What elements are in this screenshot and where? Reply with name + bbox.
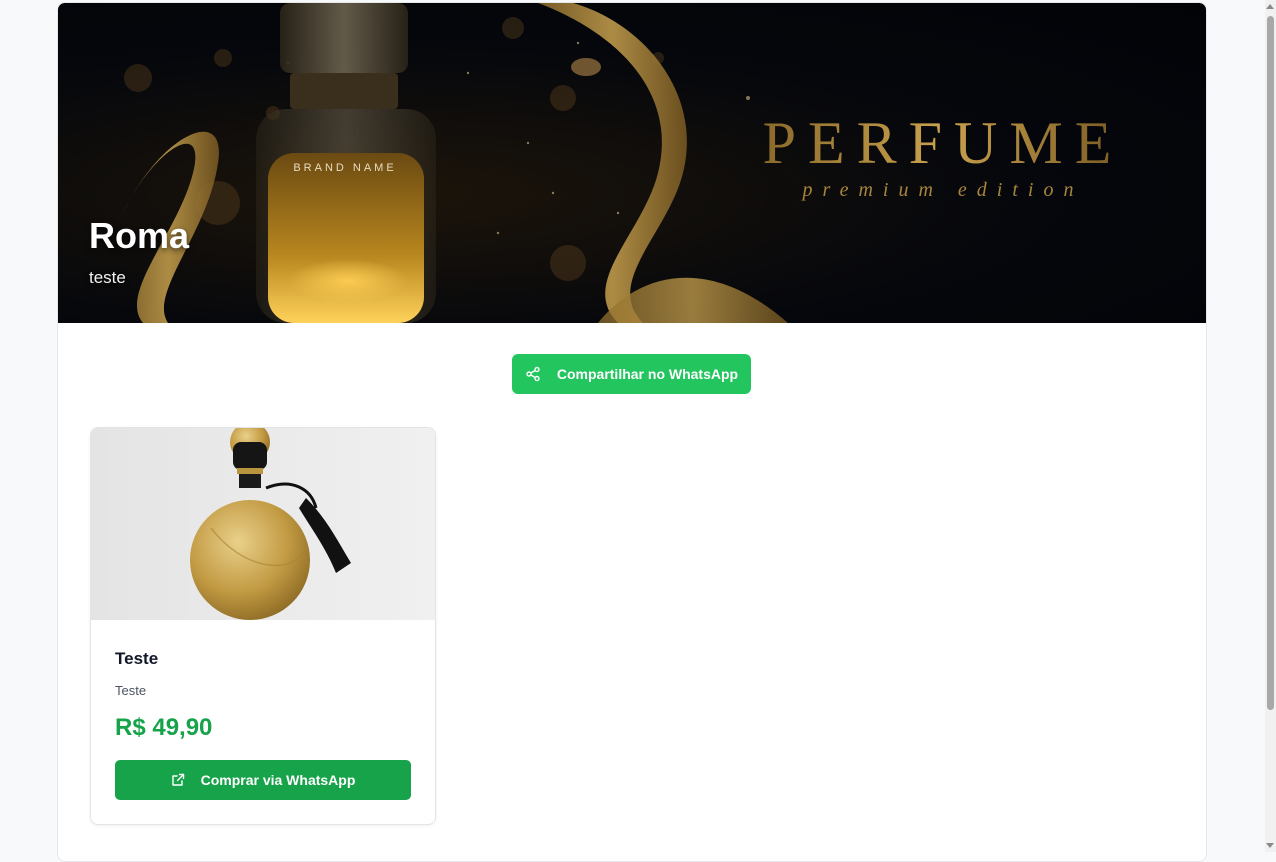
share-icon (526, 366, 540, 382)
store-name: Roma (89, 215, 190, 256)
scrollbar-thumb[interactable] (1267, 16, 1274, 710)
buy-button-label: Comprar via WhatsApp (200, 772, 356, 788)
product-price: R$ 49,90 (115, 714, 213, 741)
share-whatsapp-button[interactable]: Compartilhar no WhatsApp (512, 354, 751, 394)
product-description: Teste (115, 683, 147, 698)
product-name: Teste (115, 649, 159, 668)
product-card: Teste Teste R$ 49,90 Comprar via WhatsAp… (90, 427, 436, 825)
scroll-down-arrow-icon[interactable] (1266, 843, 1274, 848)
product-image (91, 428, 435, 620)
perfume-banner-image: BRAND NAME PERFUME premium edition (118, 3, 1124, 323)
bottle-label-text: BRAND NAME (293, 162, 396, 174)
share-button-label: Compartilhar no WhatsApp (556, 366, 739, 382)
page-scrollbar[interactable] (1265, 0, 1276, 852)
buy-whatsapp-button[interactable]: Comprar via WhatsApp (115, 760, 411, 800)
store-page: BRAND NAME PERFUME premium edition Roma … (57, 2, 1207, 862)
store-description: teste (89, 268, 126, 287)
banner-tagline: premium edition (801, 179, 1084, 201)
external-link-icon (171, 773, 184, 786)
scroll-up-arrow-icon[interactable] (1266, 4, 1274, 9)
banner-headline: PERFUME (763, 110, 1124, 176)
store-banner: BRAND NAME PERFUME premium edition Roma … (58, 3, 1206, 323)
